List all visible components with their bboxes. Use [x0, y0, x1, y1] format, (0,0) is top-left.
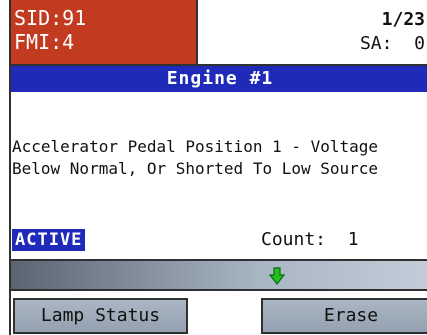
module-title: Engine #1	[11, 66, 427, 92]
description-line-1: Accelerator Pedal Position 1 - Voltage	[12, 137, 379, 156]
arrow-down-icon[interactable]	[269, 267, 285, 285]
code-meta: 1/23 SA: 0	[198, 0, 427, 66]
description-line-2: Below Normal, Or Shorted To Low Source	[12, 159, 379, 178]
page-indicator: 1/23	[381, 9, 425, 30]
sid-value: SID:91	[14, 6, 87, 30]
fault-code-box: SID:91 FMI:4	[11, 0, 198, 66]
fmi-value: FMI:4	[14, 30, 75, 54]
scroll-bar[interactable]	[11, 259, 427, 291]
screen: SID:91 FMI:4 1/23 SA: 0 Engine #1 Accele…	[9, 0, 427, 335]
occurrence-count: Count: 1	[261, 229, 427, 251]
status-badge: ACTIVE	[12, 229, 86, 251]
fault-description: Accelerator Pedal Position 1 - Voltage B…	[11, 136, 427, 180]
erase-button[interactable]: Erase	[261, 298, 427, 334]
lamp-status-button[interactable]: Lamp Status	[13, 298, 188, 334]
count-value: Count: 1	[261, 229, 359, 250]
source-address: SA: 0	[359, 33, 425, 54]
